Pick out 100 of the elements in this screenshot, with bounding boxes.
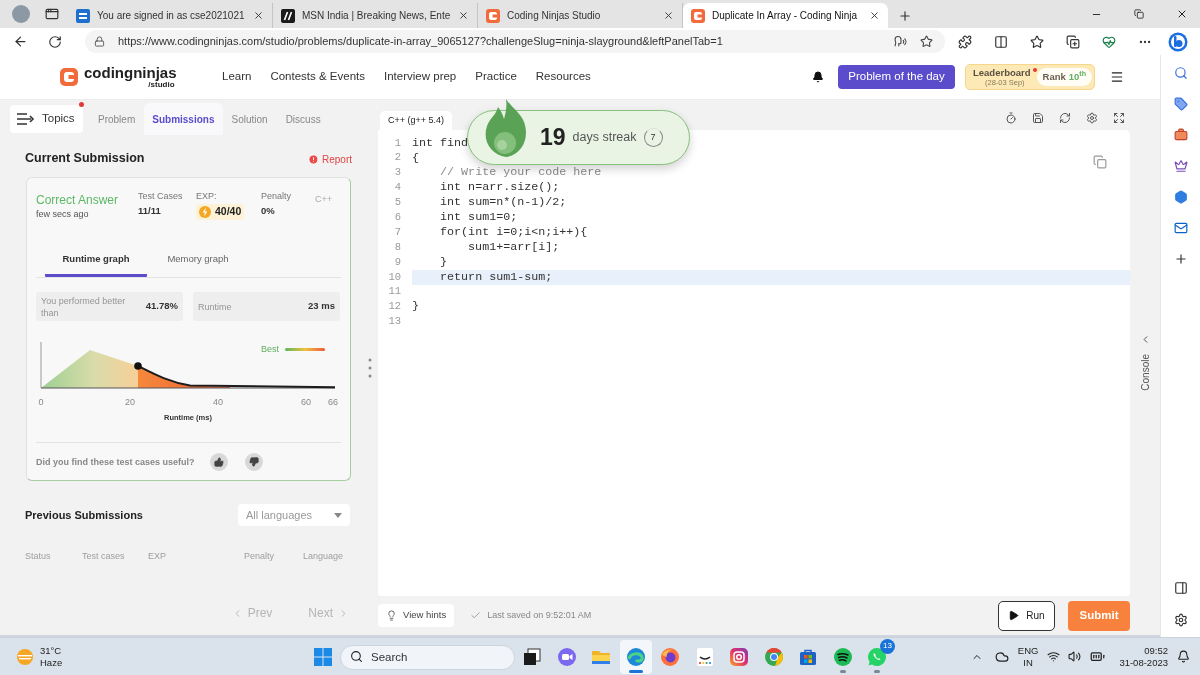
nav-link[interactable]: Contests & Events [270,68,366,86]
window-icon[interactable] [45,7,59,21]
language-label: C++ [315,193,332,206]
hazy-sun-icon [16,647,34,666]
notifications-icon[interactable] [1177,650,1190,663]
column-header: Language [303,551,344,561]
console-tab[interactable]: Console [1137,354,1153,391]
copy-plus-icon[interactable] [1066,34,1080,49]
graph-tab[interactable]: Runtime graph [45,244,147,277]
notification-count-badge: 13 [880,638,895,654]
browser-tab[interactable]: Duplicate In Array - Coding Ninja [683,3,888,28]
last-saved-text: Last saved on 9:52:01 AM [487,608,592,622]
volume-icon[interactable] [1068,650,1082,663]
site-logo-text[interactable]: codingninjas [84,65,177,80]
search-field[interactable]: Search [340,644,515,670]
add-icon[interactable] [1173,252,1188,266]
stat-value: 40/40 [215,204,242,220]
heart-pulse-icon[interactable] [1102,34,1116,49]
running-indicator-icon [628,669,643,673]
run-button[interactable]: Run [998,600,1055,631]
rank-value: 10$^{th}$ [1068,69,1087,84]
line-number: 7 [393,224,401,240]
x-tick-label: 0 [38,396,44,408]
line-number: 4 [393,180,401,196]
report-button[interactable]: Report [308,152,352,167]
taskbar-app-button[interactable]: 13 [861,639,893,674]
check-icon [470,610,482,621]
code-line: int sum1=0; [440,209,518,227]
restore-icon[interactable] [1134,9,1144,19]
line-number: 13 [387,314,401,330]
column-header: EXP [148,551,166,561]
mail-icon[interactable] [1173,221,1188,235]
speaking-head-icon[interactable] [894,35,907,48]
graph-tab[interactable]: Memory graph [147,244,249,277]
nav-link[interactable]: Resources [535,68,591,86]
code-line: sum1+=arr[i]; [468,238,560,256]
drag-handle-icon[interactable] [368,357,372,378]
weather-widget[interactable]: 31°C Haze [16,644,63,669]
thumbs-up-button[interactable] [209,453,228,472]
reload-icon[interactable] [48,34,62,49]
close-icon[interactable] [458,10,469,21]
close-icon[interactable] [869,10,880,21]
cloud-icon[interactable] [994,649,1009,664]
topics-button[interactable]: Topics [10,105,83,133]
briefcase-icon[interactable] [1173,128,1188,142]
section-title: Current Submission [25,149,145,167]
view-hints-button[interactable]: View hints [378,604,455,627]
site-logo-subtitle: /studio [148,81,175,89]
nav-link[interactable]: Practice [475,68,517,86]
problem-of-the-day-button[interactable]: Problem of the day [838,65,955,89]
lightning-icon [199,206,211,218]
code-line: for(int i=0;i<n;i++){ [440,224,588,241]
columns-icon[interactable] [994,34,1008,49]
language-tab[interactable]: C++ (g++ 5.4) [380,111,453,130]
close-window-icon[interactable] [1176,8,1188,20]
star-icon[interactable] [920,35,933,48]
clock[interactable]: 09:52 31-08-2023 [1119,644,1168,669]
streak-count: 19 [540,126,566,149]
y-axis-line [40,341,42,389]
flame-globe-icon [660,646,680,667]
new-tab-icon[interactable] [898,8,912,23]
close-icon[interactable] [253,10,264,21]
star-icon[interactable] [1030,34,1044,49]
address-field[interactable]: https://www.codingninjas.com/studio/problems/duplicate-in-array_9065127?challengeSlug=ninja-slayground&leftPanelTab=1 [85,30,945,53]
panel-icon[interactable] [1173,581,1188,595]
wifi-icon[interactable] [1047,650,1061,663]
expand-icon[interactable] [1113,112,1125,124]
logo-icon[interactable] [60,68,78,86]
back-icon[interactable] [13,34,28,49]
notifications-icon[interactable] [812,71,824,83]
nav-link[interactable]: Learn [222,68,252,86]
thumbs-down-button[interactable] [244,453,263,472]
language-indicator[interactable]: ENG IN [1017,644,1039,669]
feedback-question: Did you find these test cases useful? [36,455,195,469]
running-indicator-icon [839,669,846,673]
swirl-logo-icon[interactable] [1168,31,1188,52]
leaderboard-label: Leaderboard [973,68,1031,78]
menu-icon[interactable] [1110,70,1124,84]
metric-value: 41.78% [145,299,178,314]
crown-icon[interactable] [1173,159,1188,173]
nav-link[interactable]: Interview prep [384,68,457,86]
save-icon[interactable] [1032,112,1044,124]
panel-tab[interactable]: Submissions [144,103,223,135]
legend-label: Best [261,343,279,356]
column-header: Penalty [244,551,275,561]
tag-icon[interactable] [1173,97,1188,111]
settings-icon[interactable] [1173,613,1188,627]
puzzle-icon[interactable] [958,34,972,49]
line-number: 5 [393,195,401,211]
refresh-icon[interactable] [1059,112,1071,124]
chat-bubble-icon [867,646,887,667]
alert-icon [308,154,319,165]
running-indicator-icon [874,669,880,673]
code-line: int find [412,134,469,152]
timer-icon[interactable] [1005,112,1017,124]
copy-icon[interactable] [1093,155,1107,169]
close-icon[interactable] [663,10,674,21]
battery-icon[interactable] [1090,649,1106,664]
hexagon-icon[interactable] [1173,190,1188,204]
search-icon[interactable] [1173,66,1188,80]
